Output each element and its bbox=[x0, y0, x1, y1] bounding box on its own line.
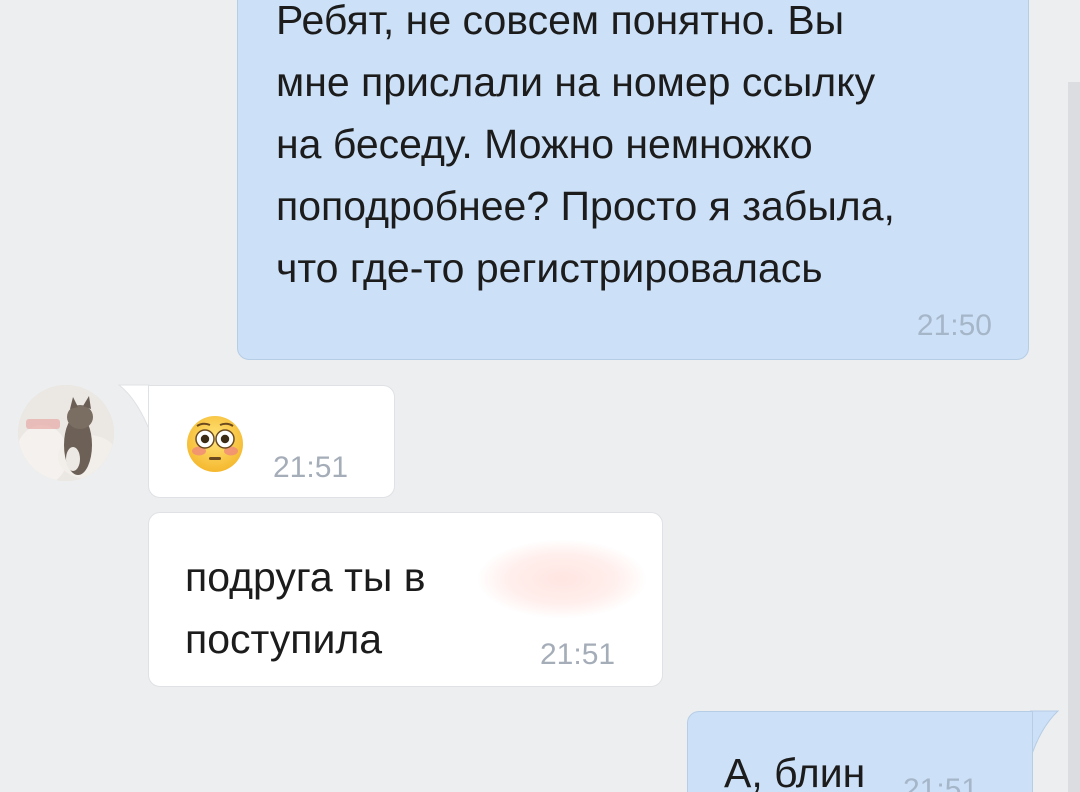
redacted-blur bbox=[478, 540, 646, 618]
outgoing-message[interactable]: Ребят, не совсем понятно. Вы мне прислал… bbox=[237, 0, 1029, 360]
bubble-tail bbox=[1030, 710, 1060, 760]
chat-history[interactable]: Ребят, не совсем понятно. Вы мне прислал… bbox=[0, 0, 1080, 792]
message-time: 21:50 bbox=[916, 309, 992, 342]
sender-avatar[interactable] bbox=[18, 385, 114, 481]
message-text: А, блин bbox=[724, 750, 866, 792]
message-time: 21:51 bbox=[273, 451, 349, 484]
message-text: Ребят, не совсем понятно. Вы мне прислал… bbox=[276, 0, 895, 291]
bubble-tail bbox=[118, 384, 152, 430]
scrollbar[interactable] bbox=[1068, 82, 1080, 792]
message-text: подруга ты в поступила bbox=[185, 554, 426, 662]
message-time: 21:51 bbox=[540, 638, 616, 671]
outgoing-message[interactable]: А, блин 21:51 bbox=[687, 711, 1033, 792]
message-time: 21:51 bbox=[903, 773, 979, 792]
cat-photo-icon bbox=[18, 385, 114, 481]
flushed-face-icon bbox=[187, 416, 243, 472]
